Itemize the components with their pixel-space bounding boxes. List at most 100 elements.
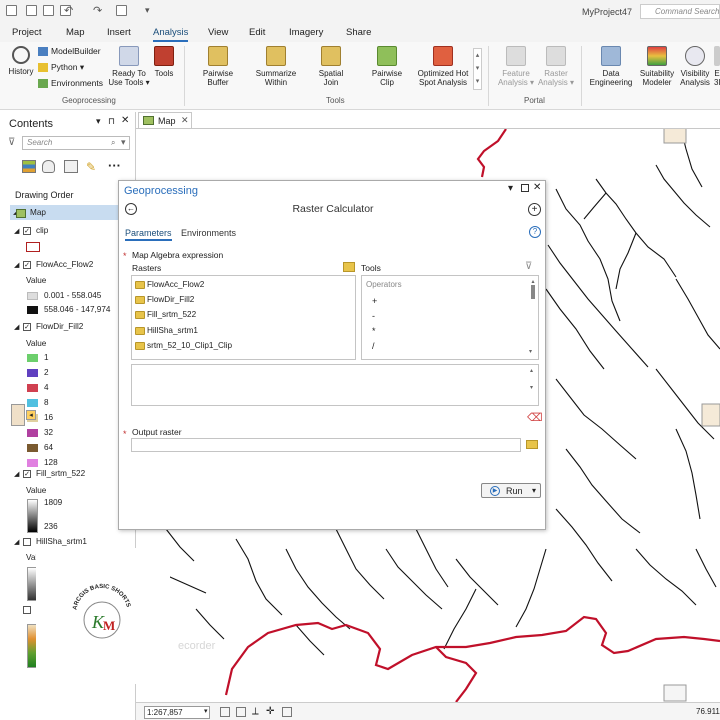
stretch-ramp[interactable] xyxy=(27,499,38,533)
raster-item[interactable]: srtm_52_10_Clip1_Clip xyxy=(147,341,232,350)
customize-qa-icon[interactable]: ▾ xyxy=(145,5,150,16)
redo-icon[interactable]: ↷ xyxy=(93,4,102,17)
constraints-icon[interactable] xyxy=(236,707,246,717)
collapse-icon[interactable]: ◢ xyxy=(14,470,19,478)
dock-target-left[interactable] xyxy=(11,404,25,426)
list-by-editing-icon[interactable]: ✎ xyxy=(86,160,96,174)
open-project-icon[interactable] xyxy=(43,5,54,16)
suitability-modeler-button[interactable]: Suitability Modeler xyxy=(636,46,678,87)
layer-visibility-checkbox[interactable] xyxy=(23,606,31,614)
scroll-down-icon[interactable]: ▾ xyxy=(529,348,532,355)
browse-folder-icon[interactable] xyxy=(343,262,355,272)
tab-environments[interactable]: Environments xyxy=(181,228,236,238)
tab-map-view[interactable]: Map ✕ xyxy=(138,112,192,129)
spatial-join-button[interactable]: Spatial Join xyxy=(310,46,352,87)
move-icon[interactable]: ✛ xyxy=(266,706,274,717)
operator-multiply[interactable]: * xyxy=(372,326,376,336)
legend-swatch[interactable] xyxy=(27,306,38,314)
new-project-icon[interactable] xyxy=(26,5,37,16)
command-search-input[interactable]: Command Search xyxy=(640,4,720,19)
more-options-icon[interactable]: ··· xyxy=(108,158,121,173)
tab-view[interactable]: View xyxy=(208,27,228,38)
legend-swatch[interactable] xyxy=(27,292,38,300)
visibility-analysis-button[interactable]: Visibility Analysis xyxy=(677,46,713,87)
layer-flowdir[interactable]: FlowDir_Fill2 xyxy=(36,322,83,331)
tools-gallery-scroll[interactable]: ▴ ▾ ▾ xyxy=(473,48,482,90)
more-workflows-button[interactable]: E 3I xyxy=(714,46,720,87)
run-dropdown-icon[interactable]: ▾ xyxy=(532,486,536,495)
search-dropdown-icon[interactable]: ▾ xyxy=(121,137,126,148)
summarize-within-button[interactable]: Summarize Within xyxy=(251,46,301,87)
close-icon[interactable]: ✕ xyxy=(533,182,541,193)
scroll-up-icon[interactable]: ▴ xyxy=(530,367,533,374)
raster-item[interactable]: FlowAcc_Flow2 xyxy=(147,280,204,289)
grid-icon[interactable] xyxy=(220,707,230,717)
raster-item[interactable]: FlowDir_Fill2 xyxy=(147,295,194,304)
legend-swatch[interactable] xyxy=(27,399,38,407)
maximize-icon[interactable] xyxy=(521,184,529,192)
pane-menu-icon[interactable]: ▾ xyxy=(96,116,101,127)
list-by-drawing-order-icon[interactable] xyxy=(22,160,36,173)
ready-to-use-tools-button[interactable]: Ready To Use Tools ▾ xyxy=(108,46,150,87)
layer-visibility-checkbox[interactable] xyxy=(23,538,31,546)
clear-expression-icon[interactable]: ⌫ xyxy=(527,411,543,424)
legend-swatch[interactable] xyxy=(27,369,38,377)
layer-visibility-checkbox[interactable]: ✓ xyxy=(23,227,31,235)
legend-swatch[interactable] xyxy=(27,444,38,452)
pin-icon[interactable]: ⊓ xyxy=(108,116,115,127)
modelbuilder-button[interactable]: ModelBuilder xyxy=(38,46,101,57)
layer-flowacc[interactable]: FlowAcc_Flow2 xyxy=(36,260,93,269)
tab-parameters[interactable]: Parameters xyxy=(125,228,172,241)
scroll-down-icon[interactable]: ▾ xyxy=(530,384,533,391)
history-button[interactable]: History xyxy=(6,46,36,76)
legend-swatch[interactable] xyxy=(27,384,38,392)
data-engineering-button[interactable]: Data Engineering xyxy=(588,46,634,87)
layer-visibility-checkbox[interactable]: ✓ xyxy=(23,470,31,478)
scale-input[interactable]: 1:267,857 xyxy=(144,706,210,719)
search-icon[interactable]: ⌕ xyxy=(111,138,115,148)
tools-button[interactable]: Tools xyxy=(150,46,178,78)
list-by-selection-icon[interactable] xyxy=(64,160,78,173)
legend-swatch[interactable] xyxy=(27,354,38,362)
layer-hillshade[interactable]: HillSha_srtm1 xyxy=(36,537,87,546)
expression-input[interactable]: ▴ ▾ xyxy=(131,364,539,406)
rotate-icon[interactable] xyxy=(282,707,292,717)
snapping-icon[interactable]: ⟂ xyxy=(252,706,259,717)
dock-arrow-icon[interactable]: ◂ xyxy=(26,410,36,420)
legend-swatch[interactable] xyxy=(27,459,38,467)
layer-visibility-checkbox[interactable]: ✓ xyxy=(23,323,31,331)
raster-item[interactable]: HillSha_srtm1 xyxy=(147,326,198,335)
layer-fill[interactable]: Fill_srtm_522 xyxy=(36,469,85,478)
operator-minus[interactable]: - xyxy=(372,311,375,321)
help-icon[interactable]: ? xyxy=(529,226,541,238)
collapse-icon[interactable]: ◢ xyxy=(14,261,19,269)
app-menu-icon[interactable] xyxy=(6,5,17,16)
optimized-hot-spot-button[interactable]: Optimized Hot Spot Analysis xyxy=(414,46,472,87)
clip-symbol[interactable] xyxy=(26,242,40,252)
browse-folder-icon[interactable] xyxy=(526,440,538,449)
collapse-icon[interactable]: ◢ xyxy=(14,227,19,235)
tools-list-scrollbar[interactable]: ▴ xyxy=(529,278,537,357)
close-icon[interactable]: ✕ xyxy=(181,115,189,126)
pane-menu-icon[interactable]: ▾ xyxy=(508,183,513,194)
operator-plus[interactable]: + xyxy=(372,296,377,306)
layer-visibility-checkbox[interactable]: ✓ xyxy=(23,261,31,269)
pairwise-clip-button[interactable]: Pairwise Clip xyxy=(366,46,408,87)
pairwise-buffer-button[interactable]: Pairwise Buffer xyxy=(195,46,241,87)
tab-edit[interactable]: Edit xyxy=(249,27,265,38)
feature-analysis-button[interactable]: Feature Analysis ▾ xyxy=(496,46,536,87)
raster-analysis-button[interactable]: Raster Analysis ▾ xyxy=(536,46,576,87)
scale-dropdown-icon[interactable]: ▾ xyxy=(204,707,208,715)
quick-access-icon[interactable] xyxy=(116,5,127,16)
collapse-icon[interactable]: ◢ xyxy=(14,538,19,546)
output-raster-input[interactable] xyxy=(131,438,521,452)
collapse-icon[interactable]: ◢ xyxy=(14,323,19,331)
tab-project[interactable]: Project xyxy=(12,27,42,38)
tools-list[interactable]: Operators + - * / ▴ ▾ xyxy=(361,275,539,360)
run-button[interactable]: ▶ Run ▾ xyxy=(481,483,541,498)
add-icon[interactable]: + xyxy=(528,203,541,216)
legend-swatch[interactable] xyxy=(27,429,38,437)
raster-item[interactable]: Fill_srtm_522 xyxy=(147,310,196,319)
undo-icon[interactable]: ↶ xyxy=(64,4,73,17)
tab-share[interactable]: Share xyxy=(346,27,371,38)
